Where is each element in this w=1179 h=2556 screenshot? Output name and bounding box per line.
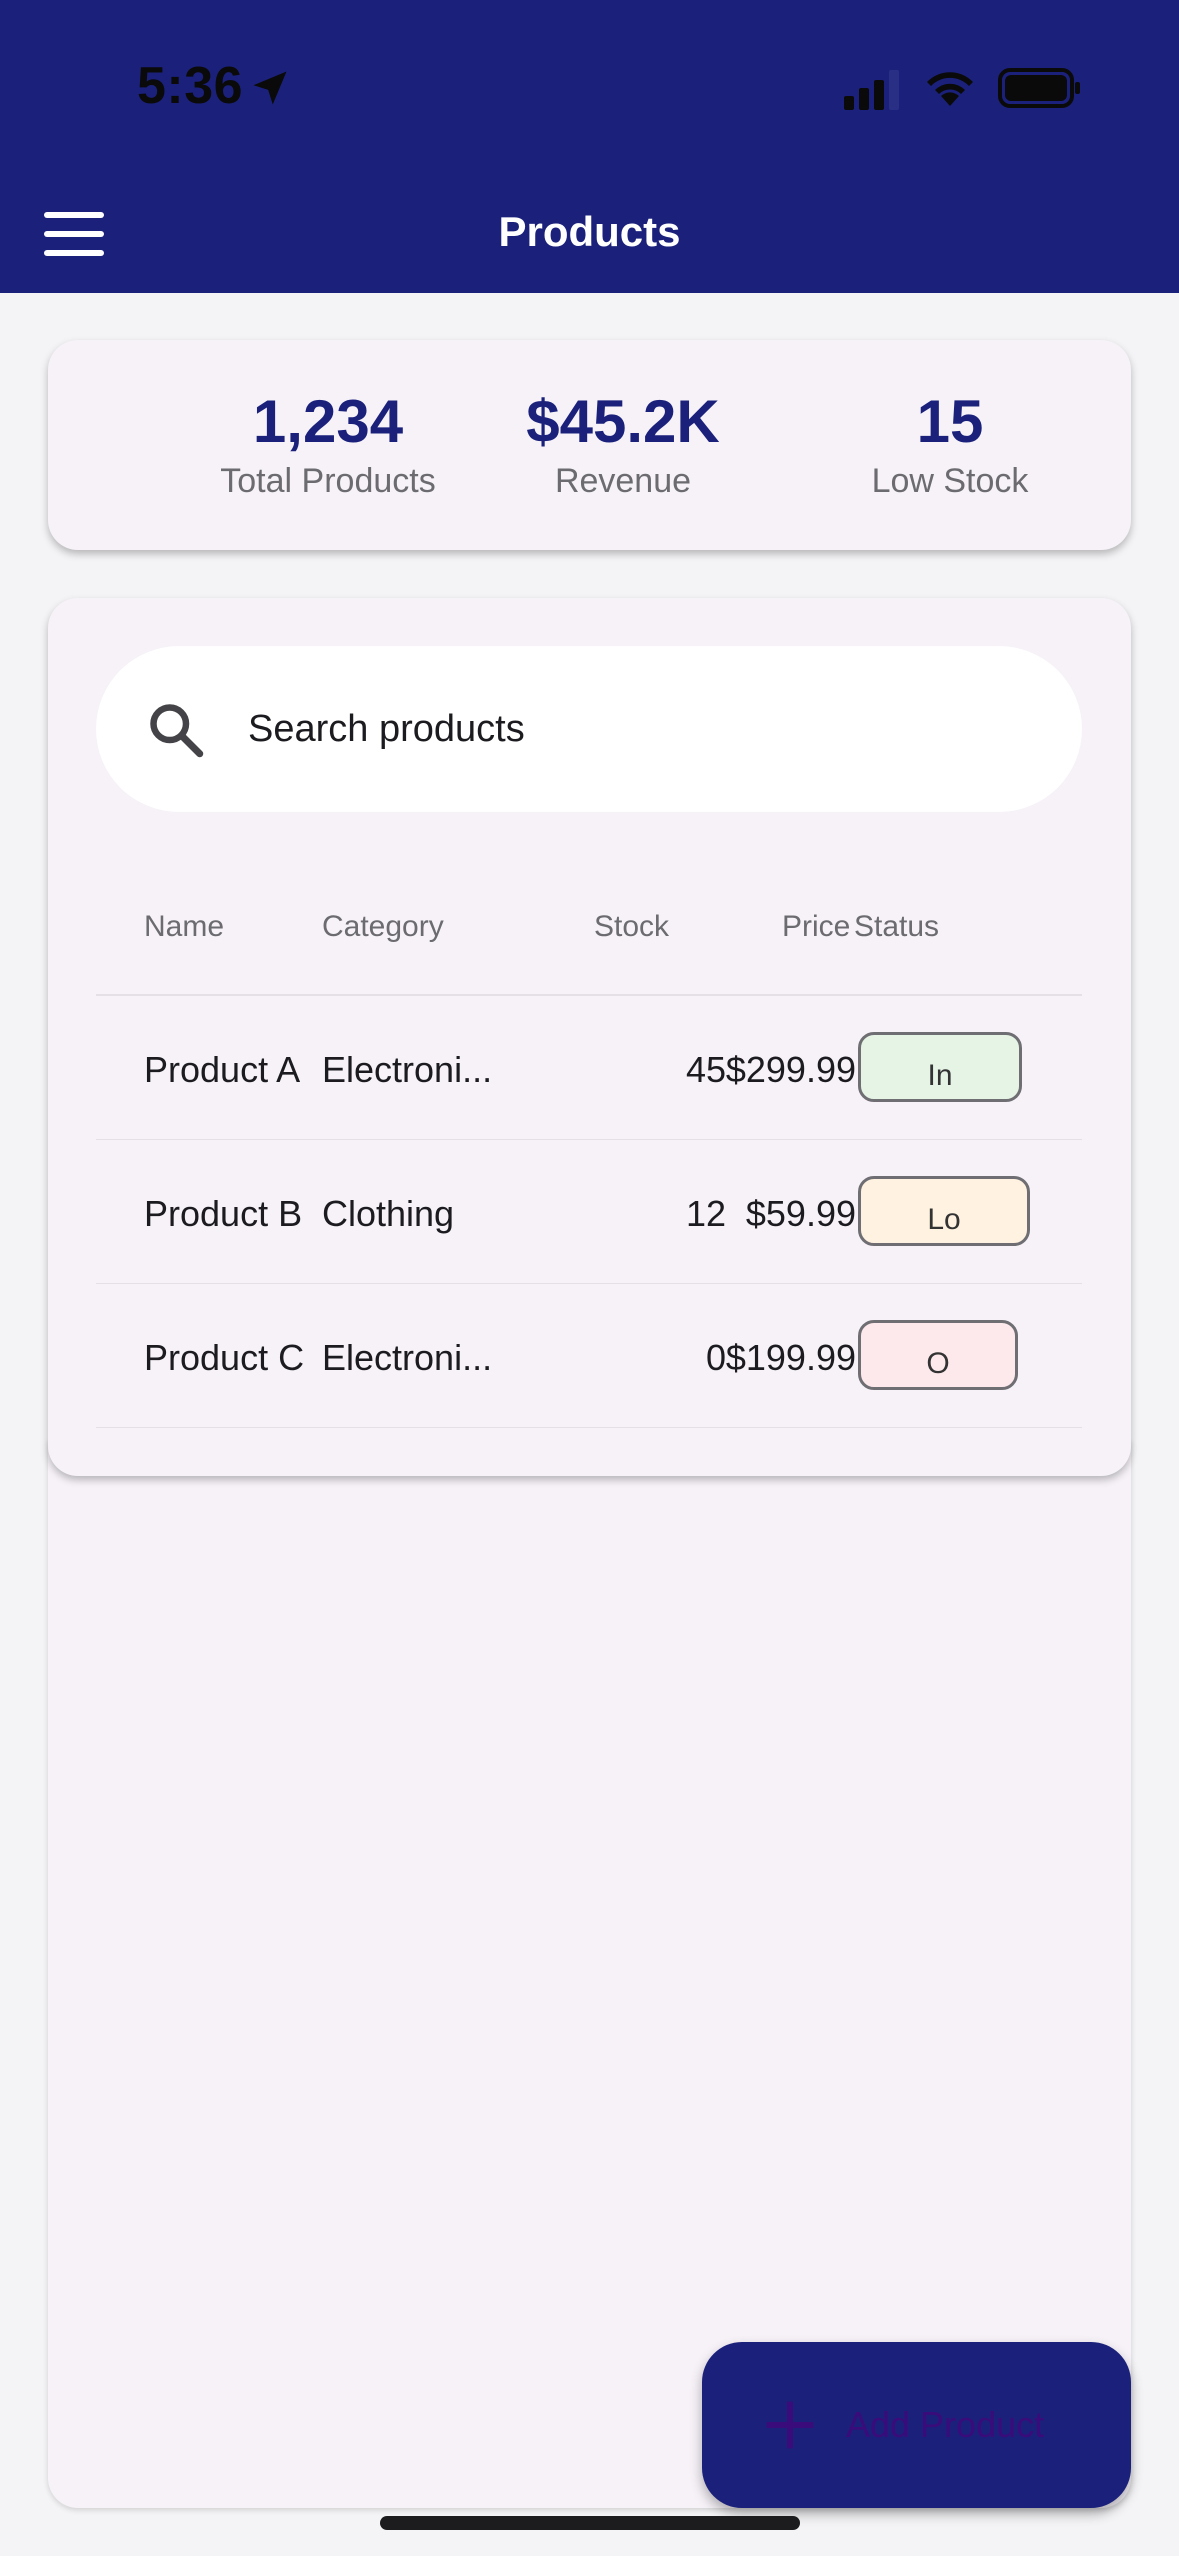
row-divider xyxy=(96,1139,1082,1140)
add-product-label: Add Product xyxy=(846,2404,1045,2445)
products-card: Name Category Stock Price Status Product… xyxy=(48,598,1131,1476)
cell-name: Product C xyxy=(144,1337,305,1378)
column-header-stock[interactable]: Stock xyxy=(594,910,669,944)
status-time: 5:36 xyxy=(137,57,244,115)
cell-price: $199.99 xyxy=(725,1337,856,1378)
column-header-category[interactable]: Category xyxy=(322,910,444,944)
stat-label: Total Products xyxy=(220,462,436,500)
row-divider xyxy=(96,1283,1082,1284)
location-arrow-icon xyxy=(253,71,287,105)
column-header-status[interactable]: Status xyxy=(854,910,939,944)
column-header-price[interactable]: Price xyxy=(782,910,850,944)
cell-name: Product B xyxy=(144,1193,303,1234)
cell-category: Clothing xyxy=(322,1193,455,1234)
row-divider xyxy=(96,1427,1082,1428)
column-header-name[interactable]: Name xyxy=(144,910,224,944)
cell-stock: 0 xyxy=(705,1337,726,1378)
wifi-icon xyxy=(927,72,973,106)
stat-total-products: 1,234 Total Products xyxy=(153,392,503,501)
status-badge: In xyxy=(858,1032,1022,1102)
header-divider xyxy=(96,994,1082,996)
search-input[interactable] xyxy=(248,646,1028,812)
stat-value: 1,234 xyxy=(252,388,404,455)
plus-icon xyxy=(766,2401,814,2449)
add-product-button[interactable]: Add Product xyxy=(702,2342,1131,2508)
stat-value: $45.2K xyxy=(526,388,720,455)
stat-value: 15 xyxy=(916,388,984,455)
cell-name: Product A xyxy=(144,1049,301,1090)
search-bar[interactable] xyxy=(96,646,1082,812)
stat-label: Revenue xyxy=(554,462,692,500)
cell-stock: 45 xyxy=(685,1049,726,1090)
cell-price: $299.99 xyxy=(725,1049,856,1090)
battery-icon xyxy=(998,68,1080,108)
search-icon xyxy=(150,704,204,758)
status-badge: O xyxy=(858,1320,1018,1390)
cell-category: Electroni... xyxy=(322,1049,493,1090)
cell-stock: 12 xyxy=(685,1193,726,1234)
stat-label: Low Stock xyxy=(871,462,1029,500)
status-badge: Lo xyxy=(858,1176,1030,1246)
cell-price: $59.99 xyxy=(745,1193,856,1234)
home-indicator[interactable] xyxy=(380,2516,800,2530)
cellular-signal-icon xyxy=(844,70,899,110)
page-title: Products xyxy=(498,208,681,255)
stats-card: 1,234 Total Products $45.2K Revenue 15 L… xyxy=(48,340,1131,550)
app-bar: 5:36 Products xyxy=(0,0,1179,293)
stat-revenue: $45.2K Revenue xyxy=(488,392,758,501)
cell-category: Electroni... xyxy=(322,1337,493,1378)
stat-low-stock: 15 Low Stock xyxy=(830,392,1070,501)
